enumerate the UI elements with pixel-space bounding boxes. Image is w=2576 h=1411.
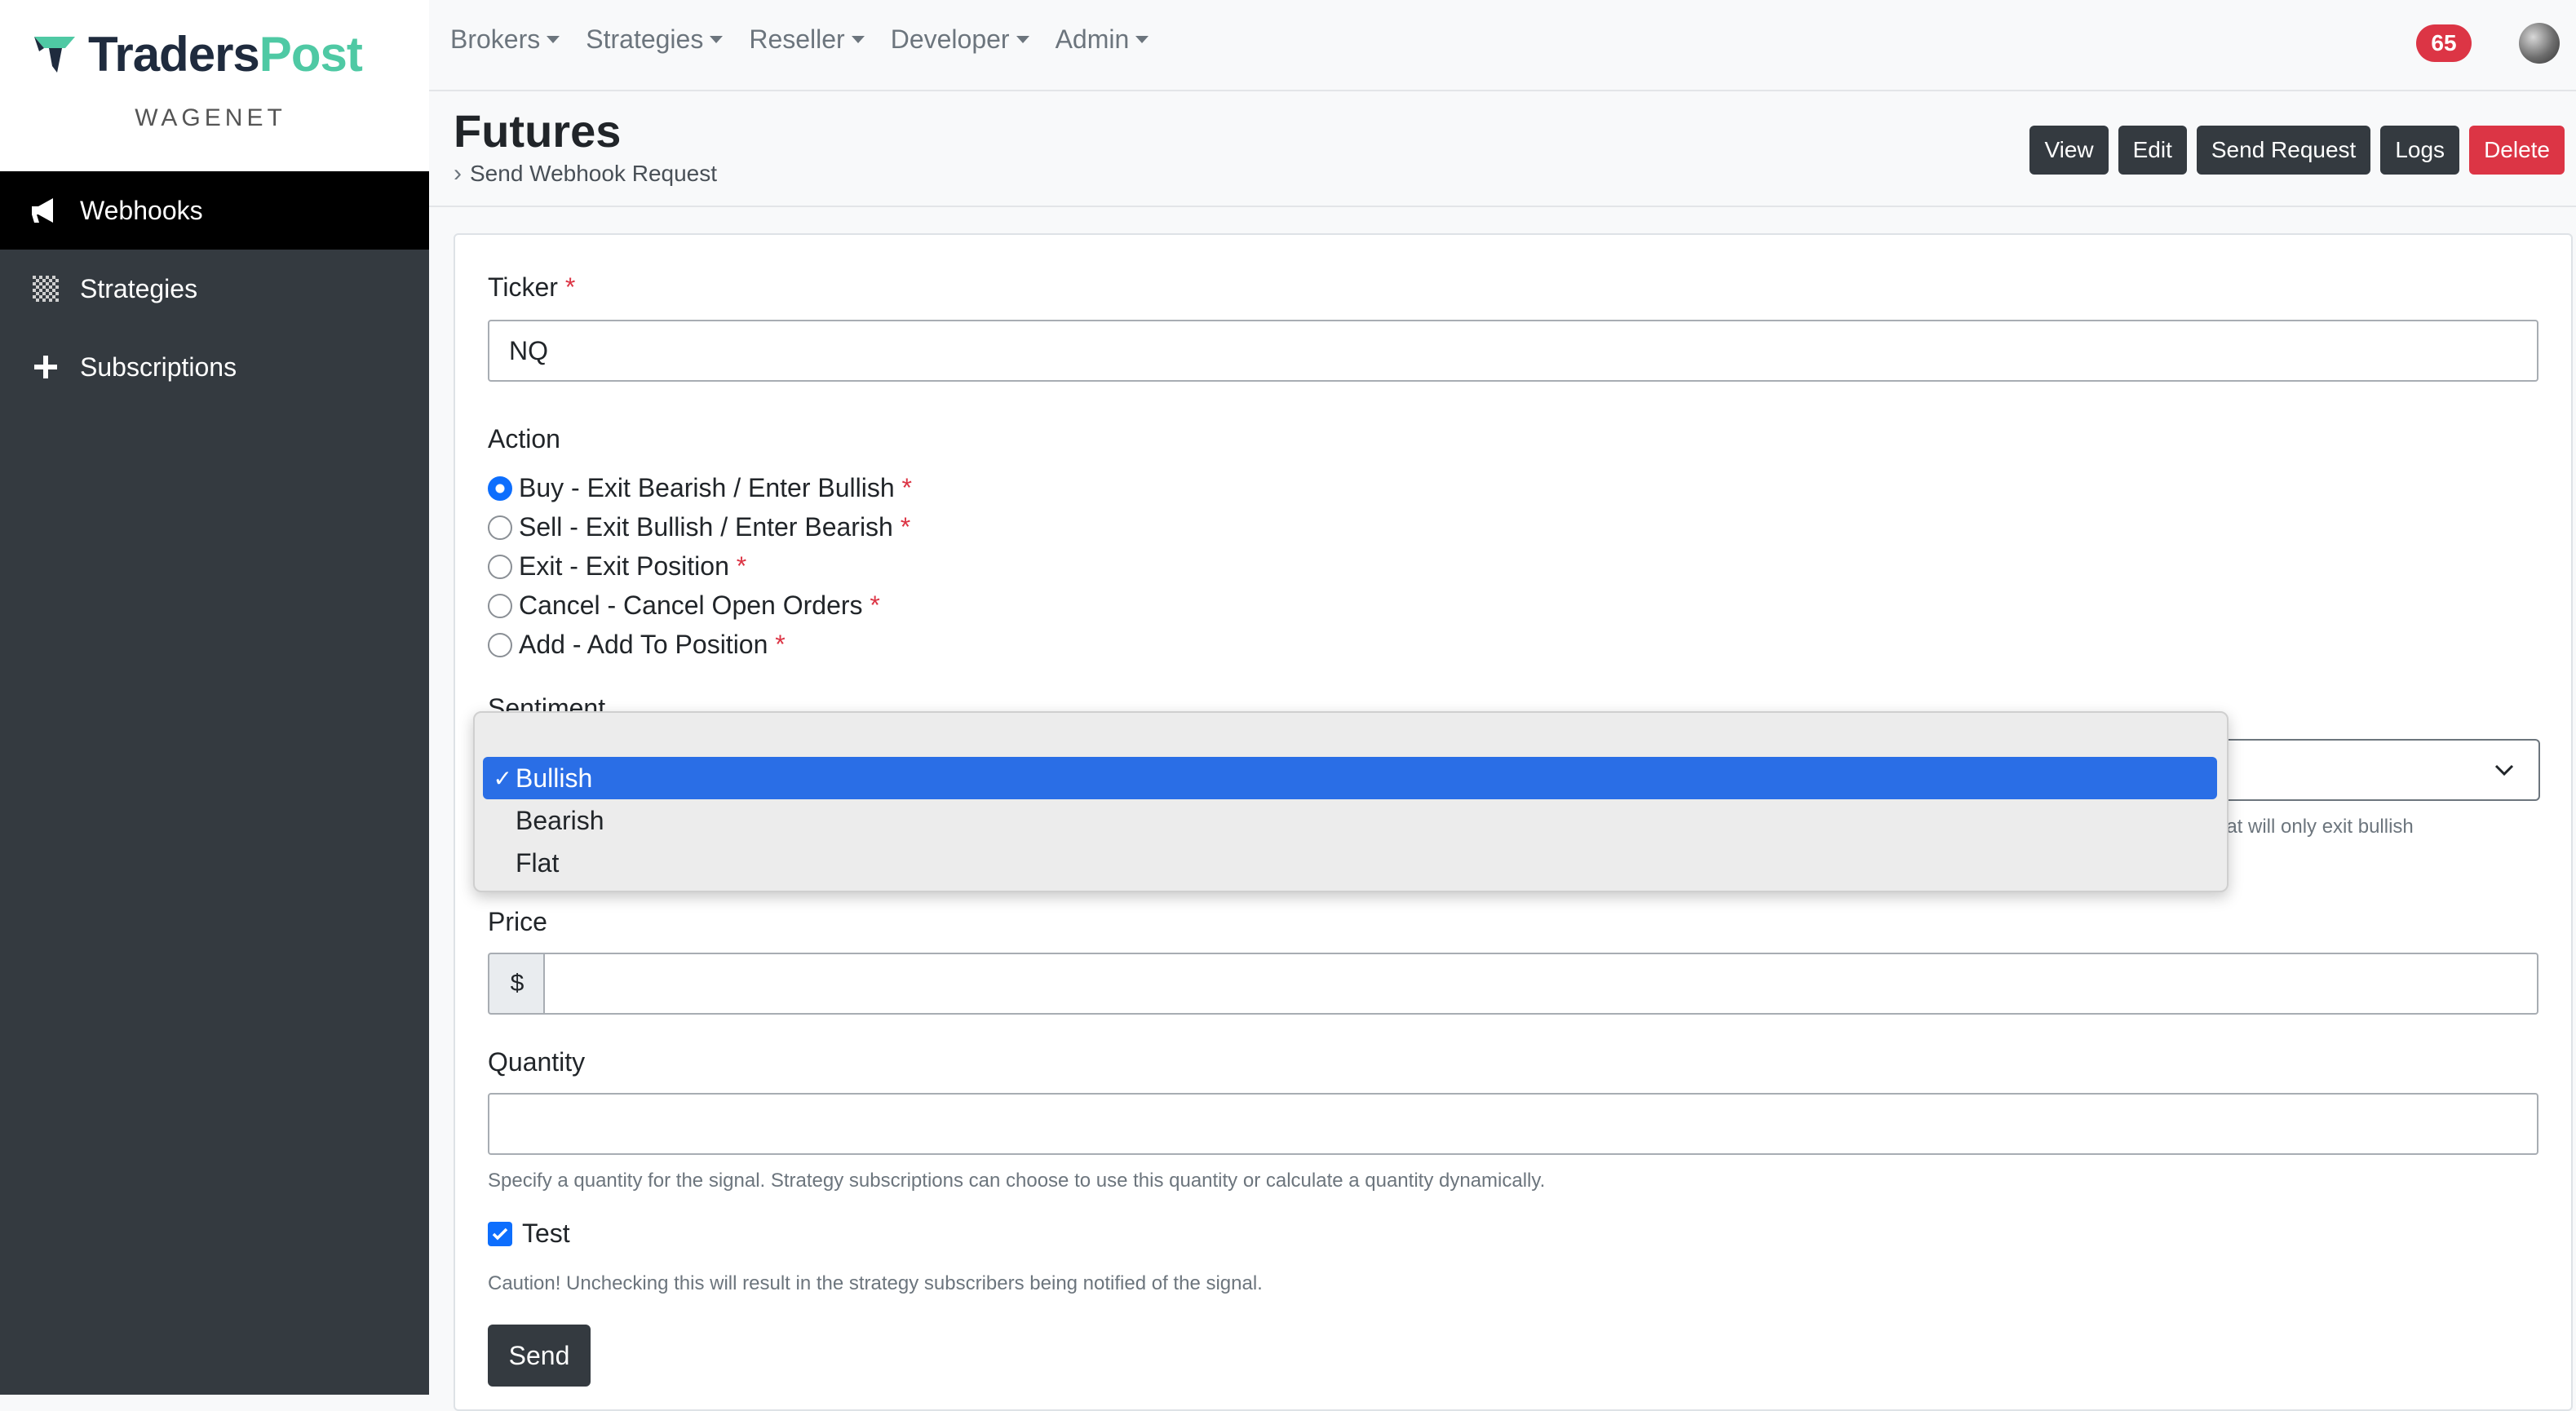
workspace-name: WAGENET xyxy=(135,104,286,131)
option-label: Cancel - Cancel Open Orders xyxy=(519,590,863,620)
price-input[interactable] xyxy=(543,953,2538,1015)
view-button[interactable]: View xyxy=(2029,126,2109,175)
logs-button[interactable]: Logs xyxy=(2380,126,2460,175)
checkerboard-icon xyxy=(29,272,62,305)
checkbox-checked[interactable] xyxy=(488,1221,512,1246)
radio-button[interactable] xyxy=(488,632,512,657)
nav-label: Strategies xyxy=(586,24,704,54)
action-option-cancel[interactable]: Cancel - Cancel Open Orders * xyxy=(488,590,880,621)
required-mark: * xyxy=(900,512,911,542)
test-checkbox-row[interactable]: Test xyxy=(488,1219,570,1249)
page-title: Futures xyxy=(454,105,622,157)
option-label: Bearish xyxy=(516,805,604,835)
chevron-right-icon: › xyxy=(454,160,462,187)
dropdown-option-bearish[interactable]: Bearish xyxy=(483,799,2217,842)
nav-label: Reseller xyxy=(749,24,845,54)
sentiment-select[interactable] xyxy=(2211,739,2540,801)
nav-label: Developer xyxy=(890,24,1010,54)
top-nav-menu: Brokers Strategies Reseller Developer Ad… xyxy=(450,24,1175,55)
radio-button[interactable] xyxy=(488,593,512,618)
top-navbar: Brokers Strategies Reseller Developer Ad… xyxy=(429,0,2576,91)
option-label: Buy - Exit Bearish / Enter Bullish xyxy=(519,473,895,502)
required-mark: * xyxy=(901,473,912,502)
test-label: Test xyxy=(522,1219,570,1248)
caret-down-icon xyxy=(710,36,724,43)
option-label: Sell - Exit Bullish / Enter Bearish xyxy=(519,512,893,542)
nav-label: Brokers xyxy=(450,24,541,54)
dropdown-option-flat[interactable]: Flat xyxy=(483,842,2217,884)
caret-down-icon xyxy=(547,36,560,43)
megaphone-icon xyxy=(29,194,62,227)
radio-button[interactable] xyxy=(488,515,512,540)
delete-button[interactable]: Delete xyxy=(2469,126,2565,175)
dropdown-option-bullish[interactable]: ✓ Bullish xyxy=(483,757,2217,799)
sidebar-item-subscriptions[interactable]: Subscriptions xyxy=(0,328,429,406)
option-label: Flat xyxy=(516,847,560,878)
nav-strategies-dropdown[interactable]: Strategies xyxy=(586,24,724,55)
ticker-label: Ticker * xyxy=(488,272,575,303)
quantity-input[interactable] xyxy=(488,1093,2538,1155)
notification-badge[interactable]: 65 xyxy=(2416,24,2472,62)
brand-panel: TradersPost WAGENET xyxy=(0,0,429,171)
required-mark: * xyxy=(736,551,747,581)
send-button[interactable]: Send xyxy=(488,1325,591,1387)
nav-admin-dropdown[interactable]: Admin xyxy=(1056,24,1149,55)
page-header: Futures › Send Webhook Request View Edit… xyxy=(429,91,2576,207)
edit-button[interactable]: Edit xyxy=(2118,126,2187,175)
quantity-label: Quantity xyxy=(488,1047,586,1077)
quantity-help-text: Specify a quantity for the signal. Strat… xyxy=(488,1170,1546,1192)
radio-button-checked[interactable] xyxy=(488,475,512,501)
label-text: Ticker xyxy=(488,272,558,302)
caret-down-icon xyxy=(1135,36,1149,43)
sidebar-item-webhooks[interactable]: Webhooks xyxy=(0,171,429,250)
action-option-add[interactable]: Add - Add To Position * xyxy=(488,630,786,660)
sidebar-item-label: Strategies xyxy=(80,273,198,303)
user-avatar[interactable] xyxy=(2519,23,2560,64)
sidebar-item-strategies[interactable]: Strategies xyxy=(0,250,429,328)
header-actions: View Edit Send Request Logs Delete xyxy=(2020,126,2565,175)
action-option-exit[interactable]: Exit - Exit Position * xyxy=(488,551,746,582)
price-label: Price xyxy=(488,907,547,936)
nav-label: Admin xyxy=(1055,24,1130,54)
radio-button[interactable] xyxy=(488,554,512,579)
sentiment-help-text: f flat will only exit bullish xyxy=(2206,816,2414,838)
checkmark-icon xyxy=(492,1227,508,1240)
sidebar-item-label: Subscriptions xyxy=(80,352,237,382)
option-label: Add - Add To Position xyxy=(519,630,768,659)
action-label: Action xyxy=(488,424,560,453)
logo-text-post: Post xyxy=(259,27,363,82)
required-mark: * xyxy=(775,630,786,659)
action-option-sell[interactable]: Sell - Exit Bullish / Enter Bearish * xyxy=(488,512,910,542)
plus-icon xyxy=(29,351,62,383)
test-help-text: Caution! Unchecking this will result in … xyxy=(488,1272,1263,1294)
chevron-down-icon xyxy=(2494,764,2514,776)
required-mark: * xyxy=(870,590,880,620)
check-icon: ✓ xyxy=(493,765,512,791)
sidebar: TradersPost WAGENET Webhooks Strategies … xyxy=(0,0,429,1395)
sidebar-item-label: Webhooks xyxy=(80,195,203,225)
nav-reseller-dropdown[interactable]: Reseller xyxy=(749,24,865,55)
send-request-button[interactable]: Send Request xyxy=(2196,126,2371,175)
logo-text-traders: Traders xyxy=(88,27,260,82)
nav-brokers-dropdown[interactable]: Brokers xyxy=(450,24,560,55)
option-label: Bullish xyxy=(516,763,593,793)
traderspost-logo-icon xyxy=(34,37,75,73)
action-option-buy[interactable]: Buy - Exit Bearish / Enter Bullish * xyxy=(488,473,912,503)
price-currency-addon: $ xyxy=(488,953,545,1015)
breadcrumb-current: Send Webhook Request xyxy=(470,161,718,186)
nav-developer-dropdown[interactable]: Developer xyxy=(891,24,1029,55)
caret-down-icon xyxy=(1016,36,1029,43)
required-mark: * xyxy=(564,272,576,302)
logo[interactable]: TradersPost xyxy=(33,26,363,83)
ticker-input[interactable]: NQ xyxy=(488,320,2538,382)
option-label: Exit - Exit Position xyxy=(519,551,729,581)
breadcrumb: › Send Webhook Request xyxy=(454,160,717,188)
sentiment-dropdown-menu: ✓ Bullish Bearish Flat xyxy=(473,711,2229,892)
caret-down-icon xyxy=(851,36,865,43)
